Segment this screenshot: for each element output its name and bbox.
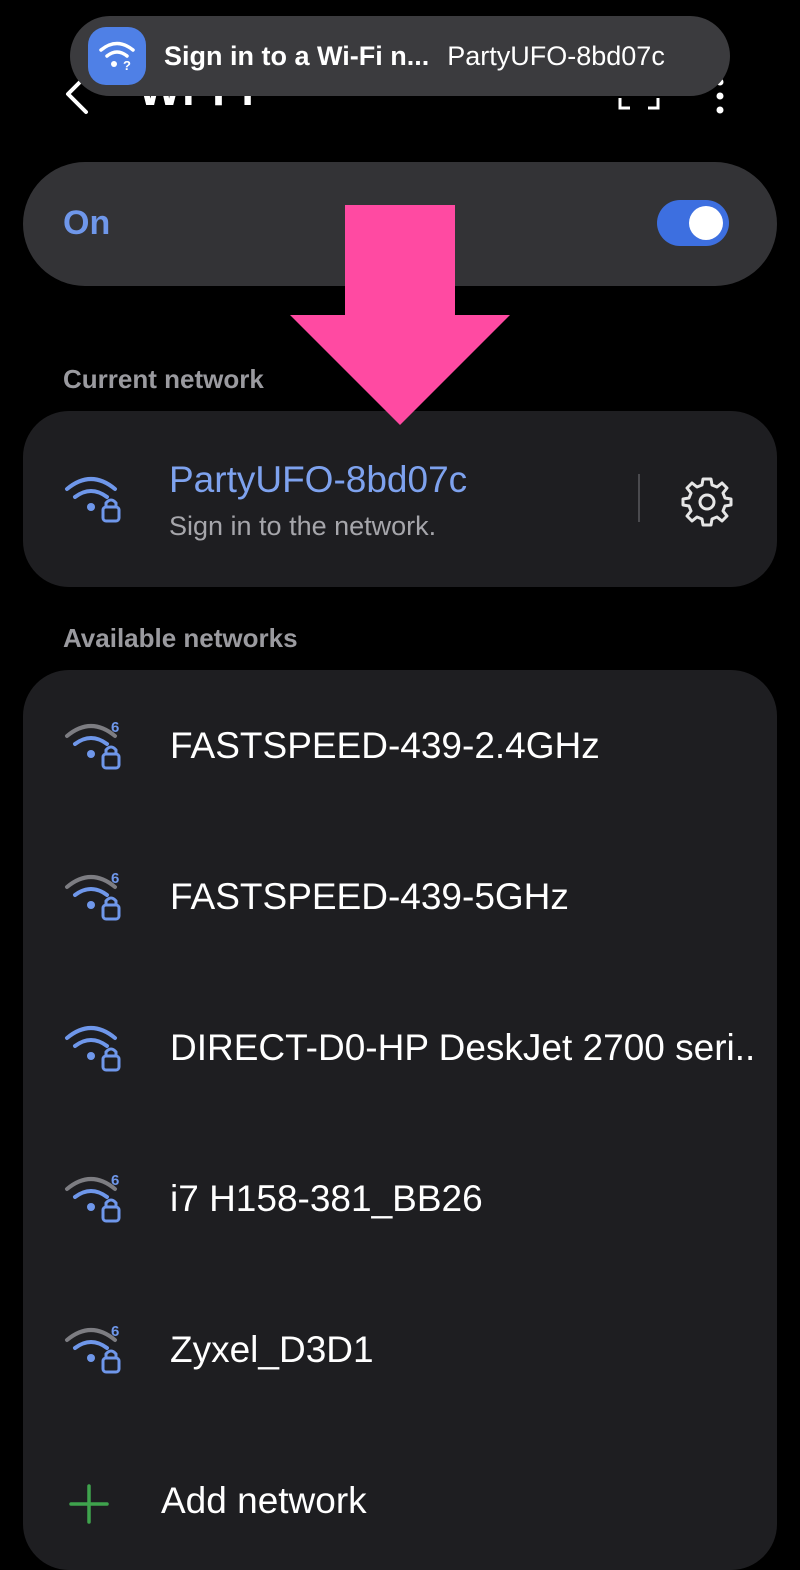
wifi-lock-icon [65, 1026, 121, 1072]
network-name: FASTSPEED-439-2.4GHz [170, 725, 600, 766]
switch-knob [689, 206, 723, 240]
notification-title: Sign in to a Wi-Fi n... [164, 40, 430, 71]
available-networks-heading: Available networks [63, 623, 298, 653]
current-network-card[interactable]: PartyUFO-8bd07c Sign in to the network. [23, 411, 777, 587]
network-item[interactable]: DIRECT-D0-HP DeskJet 2700 seri.. [23, 972, 777, 1123]
wifi6-lock-icon: 6 [65, 1172, 121, 1223]
current-network-heading: Current network [63, 364, 264, 394]
divider [638, 474, 640, 522]
available-networks-card: 6 FASTSPEED-439-2.4GHz 6 FASTSPEED-439-5… [23, 670, 777, 1570]
wifi-toggle-label: On [63, 204, 111, 242]
network-name: Zyxel_D3D1 [170, 1329, 374, 1370]
network-name: FASTSPEED-439-5GHz [170, 876, 569, 917]
network-name: i7 H158-381_BB26 [170, 1178, 483, 1219]
network-settings-button[interactable] [679, 473, 735, 529]
network-name: DIRECT-D0-HP DeskJet 2700 seri.. [170, 1027, 756, 1068]
svg-text:6: 6 [111, 1323, 119, 1340]
network-item[interactable]: 6 Zyxel_D3D1 [23, 1274, 777, 1425]
svg-text:6: 6 [111, 719, 119, 736]
svg-text:6: 6 [111, 1172, 119, 1189]
wifi-question-icon: ? [88, 27, 146, 85]
svg-text:?: ? [123, 58, 131, 72]
wifi6-lock-icon: 6 [65, 870, 121, 921]
wifi6-lock-icon: 6 [65, 719, 121, 770]
current-network-name: PartyUFO-8bd07c [169, 459, 468, 500]
network-item[interactable]: 6 FASTSPEED-439-5GHz [23, 821, 777, 972]
sign-in-notification[interactable]: ? Sign in to a Wi-Fi n... PartyUFO-8bd07… [70, 16, 730, 96]
down-arrow-icon [290, 205, 510, 425]
wifi-switch[interactable] [657, 200, 729, 246]
plus-icon [69, 1484, 109, 1524]
wifi-lock-icon [65, 477, 121, 523]
add-network-button[interactable]: Add network [23, 1448, 777, 1558]
network-item[interactable]: 6 i7 H158-381_BB26 [23, 1123, 777, 1274]
add-network-label: Add network [161, 1480, 367, 1521]
current-network-status: Sign in to the network. [169, 511, 437, 541]
gear-icon [681, 477, 733, 527]
network-item[interactable]: 6 FASTSPEED-439-2.4GHz [23, 670, 777, 821]
svg-text:6: 6 [111, 870, 119, 887]
notification-text: PartyUFO-8bd07c [447, 40, 665, 71]
wifi6-lock-icon: 6 [65, 1323, 121, 1374]
